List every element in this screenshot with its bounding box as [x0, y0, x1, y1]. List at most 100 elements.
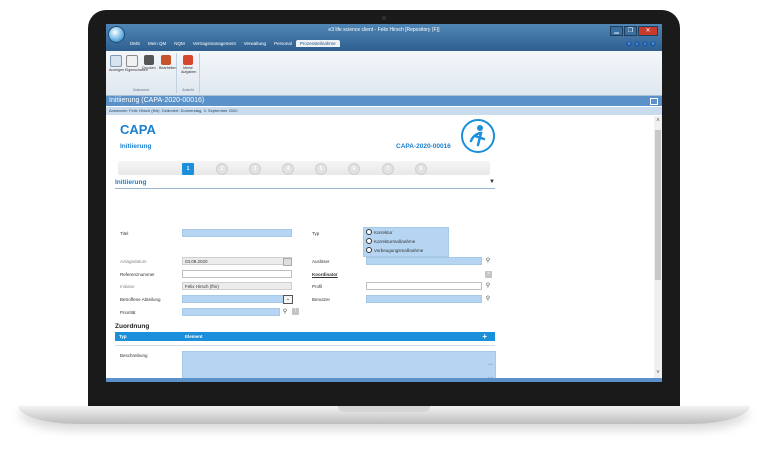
document-header: Initiierung (CAPA-2020-00016) [106, 96, 662, 106]
radio-circle [366, 247, 372, 253]
eigenschaften-button[interactable]: Eigenschaften [125, 55, 148, 72]
help-icon[interactable]: ? [626, 41, 632, 47]
ribbon-group-label: Dokument [133, 88, 149, 92]
initiator-field: Felix Hirsch (fhir) [182, 282, 292, 290]
vertical-scrollbar[interactable]: ˄ ˅ [654, 116, 662, 378]
section-initiierung: Initiierung ▼ [115, 179, 495, 189]
window-title: e3 life science client - Felix Hirsch [R… [328, 27, 440, 33]
drucken-button[interactable]: Drucken [142, 55, 156, 70]
referenznummer-label: Referenznummer [120, 272, 155, 277]
search-icon[interactable]: ⚲ [484, 257, 492, 265]
step-progress: 1 2 3 4 5 6 7 8 [118, 161, 490, 175]
bearbeiten-button[interactable]: Bearbeiten [159, 55, 176, 70]
beschreibung-label: Beschreibung [120, 353, 148, 358]
menu-bar: DMS Mein QM NQM Vertragsmanagement Verwa… [126, 40, 340, 47]
step-4[interactable]: 4 [282, 163, 294, 175]
laptop-notch [338, 406, 430, 412]
radio-korrekturmassnahme[interactable]: Korrekturmaßnahme [366, 238, 415, 244]
minimize-button[interactable]: ▁ [610, 26, 623, 36]
typ-label: Typ [312, 231, 320, 236]
menu-mein-qm[interactable]: Mein QM [144, 40, 170, 47]
anzeigen-button[interactable]: Anzeigen [109, 55, 124, 72]
koordinator-clear-icon[interactable]: × [485, 271, 492, 278]
restore-icon[interactable] [650, 98, 658, 105]
textarea-scroll-icon[interactable]: ︿﹀ [488, 356, 493, 378]
scroll-down-icon[interactable]: ˅ [655, 370, 661, 376]
scroll-up-icon[interactable]: ˄ [655, 118, 661, 124]
help-icons: ? i ! ? [626, 41, 656, 47]
abteilung-select[interactable] [182, 295, 292, 303]
document-title: Initiierung (CAPA-2020-00016) [109, 97, 205, 104]
webcam [382, 16, 386, 20]
menu-verwaltung[interactable]: Verwaltung [240, 40, 270, 47]
benutzer-input[interactable] [366, 295, 482, 303]
divider [115, 345, 495, 346]
chevron-down-icon[interactable]: ⌄ [283, 295, 293, 304]
app-window: e3 life science client - Felix Hirsch [R… [106, 24, 662, 382]
radio-vorbeugungsmassnahme[interactable]: Vorbeugungsmaßnahme [366, 247, 423, 253]
ribbon-group-ansicht: Meine Aufgaben Ansicht [177, 53, 200, 93]
alert-icon[interactable]: ! [642, 41, 648, 47]
ribbon-group-dokument: Anzeigen Eigenschaften Drucken Bearbeite… [106, 53, 177, 93]
form-content: CAPA Initiierung CAPA-2020-00016 1 2 3 4… [106, 116, 654, 378]
meine-aufgaben-button[interactable]: Meine Aufgaben [181, 55, 196, 74]
radio-korrektur[interactable]: Korrektur [366, 229, 393, 235]
prioritaet-input[interactable] [182, 308, 280, 316]
step-6[interactable]: 6 [348, 163, 360, 175]
status-strip [106, 378, 662, 382]
menu-dms[interactable]: DMS [126, 40, 144, 47]
edit-icon [161, 55, 171, 65]
ausloeser-label: Auslöser [312, 259, 330, 264]
document-info: Anwender: Felix Hirsch (fhir), Geändert:… [106, 107, 662, 115]
printer-icon [144, 55, 154, 65]
brand-logo [461, 119, 495, 153]
record-id: CAPA-2020-00016 [396, 143, 451, 150]
titel-input[interactable] [182, 229, 292, 237]
properties-icon [126, 55, 138, 67]
menu-personal[interactable]: Personal [270, 40, 296, 47]
search-icon[interactable]: ⚲ [281, 308, 289, 316]
radio-circle [366, 238, 372, 244]
close-button[interactable]: ✕ [638, 26, 658, 36]
search-icon[interactable]: ⚲ [484, 282, 492, 290]
referenznummer-input[interactable] [182, 270, 292, 278]
profil-input[interactable] [366, 282, 482, 290]
tasks-icon [183, 55, 193, 65]
info-square-icon[interactable]: ! [292, 308, 299, 315]
menu-prozessteilnahme[interactable]: Prozessteilnahme [295, 40, 340, 47]
beschreibung-textarea[interactable]: ︿﹀ [182, 351, 496, 378]
benutzer-label: Benutzer [312, 297, 331, 302]
radio-circle [366, 229, 372, 235]
column-typ: Typ [119, 334, 127, 339]
window-controls: ▁ ❐ ✕ [610, 26, 658, 36]
step-2[interactable]: 2 [216, 163, 228, 175]
maximize-button[interactable]: ❐ [624, 26, 637, 36]
form-subheading: Initiierung [120, 143, 152, 150]
abteilung-label: Betroffene Abteilung [120, 297, 161, 302]
app-menu-button[interactable] [108, 26, 125, 43]
support-icon[interactable]: ? [650, 41, 656, 47]
collapse-icon[interactable]: ▼ [489, 179, 495, 185]
calendar-icon[interactable] [283, 258, 292, 266]
title-bar: e3 life science client - Felix Hirsch [R… [106, 24, 662, 51]
step-3[interactable]: 3 [249, 163, 261, 175]
step-5[interactable]: 5 [315, 163, 327, 175]
scroll-thumb[interactable] [655, 130, 661, 280]
info-icon[interactable]: i [634, 41, 640, 47]
menu-vertragsmanagement[interactable]: Vertragsmanagement [189, 40, 240, 47]
menu-nqm[interactable]: NQM [170, 40, 189, 47]
step-8[interactable]: 8 [415, 163, 427, 175]
step-7[interactable]: 7 [382, 163, 394, 175]
typ-radio-group: Korrektur Korrekturmaßnahme Vorbeugungsm… [363, 227, 449, 257]
prioritaet-label: Priorität [120, 310, 136, 315]
step-1[interactable]: 1 [182, 163, 194, 175]
ribbon-group-label: Ansicht [182, 88, 194, 92]
koordinator-label[interactable]: Koordinator [312, 272, 338, 277]
search-icon[interactable]: ⚲ [484, 295, 492, 303]
anlagedatum-label: Anlagedatum [120, 259, 147, 264]
magnifier-icon [110, 55, 122, 67]
section-title: Initiierung [115, 179, 147, 186]
titel-label: Titel [120, 231, 129, 236]
add-icon[interactable]: + [482, 332, 487, 341]
ausloeser-input[interactable] [366, 257, 482, 265]
